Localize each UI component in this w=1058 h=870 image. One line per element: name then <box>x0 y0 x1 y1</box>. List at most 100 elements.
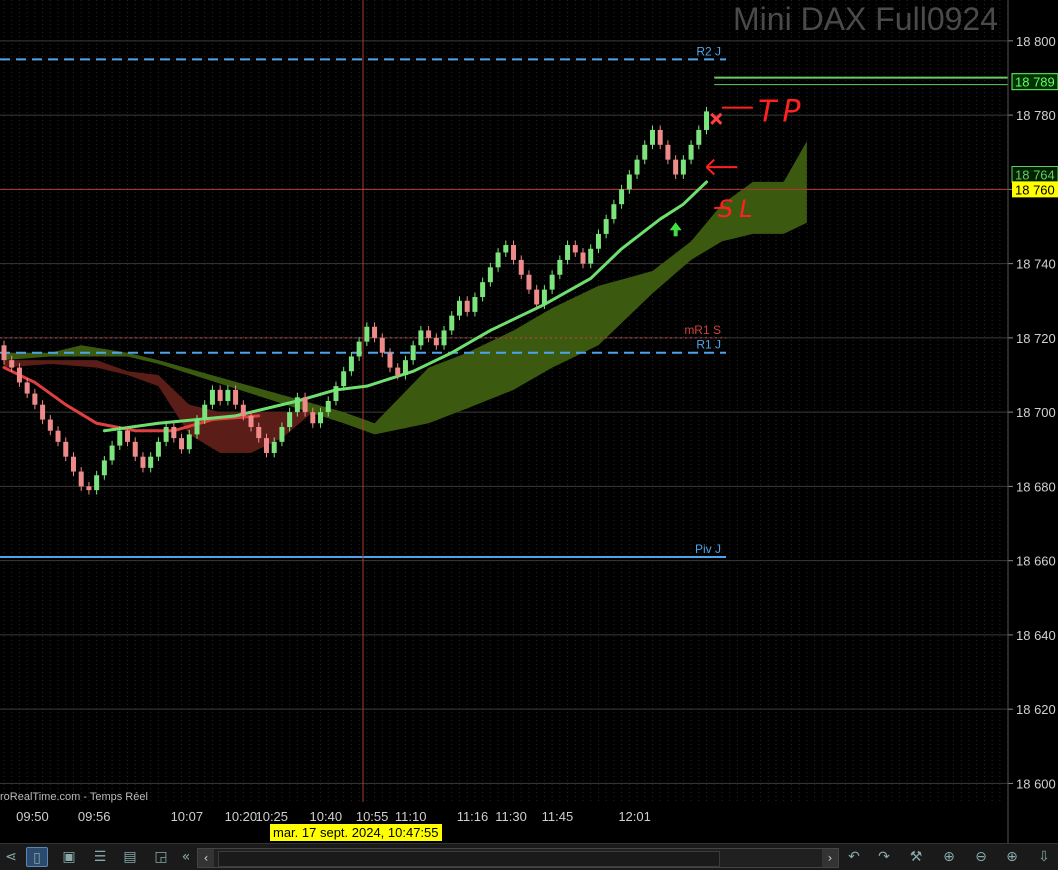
candle-up <box>109 445 115 461</box>
share-icon[interactable]: ⋖ <box>0 847 22 867</box>
price-tick-label: 18 700 <box>1016 405 1056 420</box>
candle-down <box>171 426 177 439</box>
candle-down <box>387 352 393 368</box>
candle-up <box>155 441 161 457</box>
candle-down <box>140 456 146 468</box>
zoom-out-icon[interactable]: ⊖ <box>970 847 992 867</box>
time-tick-label: 09:56 <box>78 809 111 824</box>
candle-down <box>379 337 385 353</box>
level-label: mR1 S <box>684 323 721 337</box>
scroll-left-icon[interactable]: ‹ <box>198 849 214 867</box>
candle-up <box>611 204 617 220</box>
candle-up <box>480 282 486 298</box>
chart-window-icon[interactable]: ◲ <box>150 847 172 867</box>
candle-up <box>595 233 601 249</box>
candle-up <box>163 426 169 442</box>
candle-down <box>665 144 671 160</box>
candle-down <box>1 345 7 361</box>
entry-arrow-icon <box>669 222 682 237</box>
level-label: R2 J <box>696 44 721 58</box>
candle-up <box>503 245 509 253</box>
candle-up <box>688 144 694 160</box>
candle-up <box>619 189 625 205</box>
candle-down <box>256 426 262 439</box>
time-tick-label: 11:45 <box>542 809 574 824</box>
candle-down <box>372 326 378 338</box>
candle-down <box>40 404 46 420</box>
sl-annotation: SL <box>718 195 759 223</box>
candle-down <box>426 330 432 338</box>
price-tick-label: 18 740 <box>1016 257 1056 272</box>
scroll-thumb[interactable] <box>218 851 720 867</box>
candle-down <box>16 367 22 383</box>
candle-up <box>356 341 362 357</box>
candle-up <box>565 245 571 260</box>
orderbook-icon[interactable]: ▤ <box>119 847 141 867</box>
candle-up <box>318 412 324 424</box>
price-marker-label: 18 764 <box>1015 168 1055 183</box>
crosshair-date-tag: mar. 17 sept. 2024, 10:47:55 <box>270 824 442 841</box>
candle-up <box>279 426 285 442</box>
candle-down <box>9 360 15 368</box>
collapse-icon[interactable]: « <box>175 847 197 867</box>
download-icon[interactable]: ⇩ <box>1033 847 1055 867</box>
candle-down <box>86 486 92 491</box>
zoom-in-icon[interactable]: ⊕ <box>1001 847 1023 867</box>
ichimoku-cloud <box>4 141 807 453</box>
price-tick-label: 18 620 <box>1016 702 1056 717</box>
candle-up <box>202 404 208 420</box>
zoom-fit-icon[interactable]: ⊕ <box>938 847 960 867</box>
candle-down <box>657 129 663 145</box>
candle-up <box>603 219 609 234</box>
candle-up <box>418 330 424 346</box>
scroll-right-icon[interactable]: › <box>822 849 838 867</box>
list-icon[interactable]: ☰ <box>89 847 111 867</box>
price-tick-label: 18 600 <box>1016 776 1056 791</box>
candle-down <box>572 245 578 253</box>
time-tick-label: 10:25 <box>255 809 288 824</box>
candle-up <box>287 412 293 427</box>
price-axis: 18 800 18 780 18 760 18 740 18 720 18 700 18 6… <box>1008 34 1058 791</box>
chat-icon[interactable]: ▣ <box>58 847 80 867</box>
time-tick-label: 09:50 <box>16 809 49 824</box>
tp-annotation: TP <box>758 94 806 129</box>
pivot-levels: R2 J mR1 SR1 J Piv J <box>0 0 1008 802</box>
candle-down <box>55 430 61 442</box>
candle-down <box>673 159 679 175</box>
candle-up <box>680 159 686 175</box>
candle-down <box>534 289 540 305</box>
candle-down <box>526 274 532 290</box>
candle-up <box>348 356 354 372</box>
price-marker-label: 18 789 <box>1015 75 1055 90</box>
candle-up <box>449 315 455 331</box>
candle-down <box>24 382 30 394</box>
candle-up <box>588 248 594 264</box>
horizontal-scrollbar[interactable]: ‹ › <box>197 848 839 868</box>
candle-up <box>495 252 501 268</box>
candle-down <box>125 430 131 442</box>
candle-up <box>696 129 702 145</box>
instrument-title: Mini DAX Full0924 <box>733 1 998 37</box>
price-tick-label: 18 720 <box>1016 331 1056 346</box>
candle-up <box>649 129 655 145</box>
price-chart[interactable]: R2 J mR1 SR1 J Piv J TP SL 18 800 18 780 18 7… <box>0 0 1058 869</box>
candle-up <box>325 401 331 413</box>
panel-icon[interactable]: ▯ <box>26 847 48 867</box>
candle-down <box>233 389 239 405</box>
candle-down <box>47 419 53 431</box>
candle-up <box>549 274 555 290</box>
time-tick-label: 11:30 <box>495 809 527 824</box>
candle-up <box>333 386 339 401</box>
candle-down <box>395 367 401 376</box>
candle-up <box>541 289 547 305</box>
candle-up <box>101 460 107 476</box>
tools-icon[interactable]: ⚒ <box>905 847 927 867</box>
candle-up <box>441 330 447 346</box>
candle-up <box>642 144 648 160</box>
time-tick-label: 10:07 <box>171 809 204 824</box>
candle-down <box>179 438 185 450</box>
redo-icon[interactable]: ↷ <box>873 847 895 867</box>
chart-grid <box>0 0 1008 802</box>
candle-down <box>263 438 269 453</box>
undo-icon[interactable]: ↶ <box>843 847 865 867</box>
